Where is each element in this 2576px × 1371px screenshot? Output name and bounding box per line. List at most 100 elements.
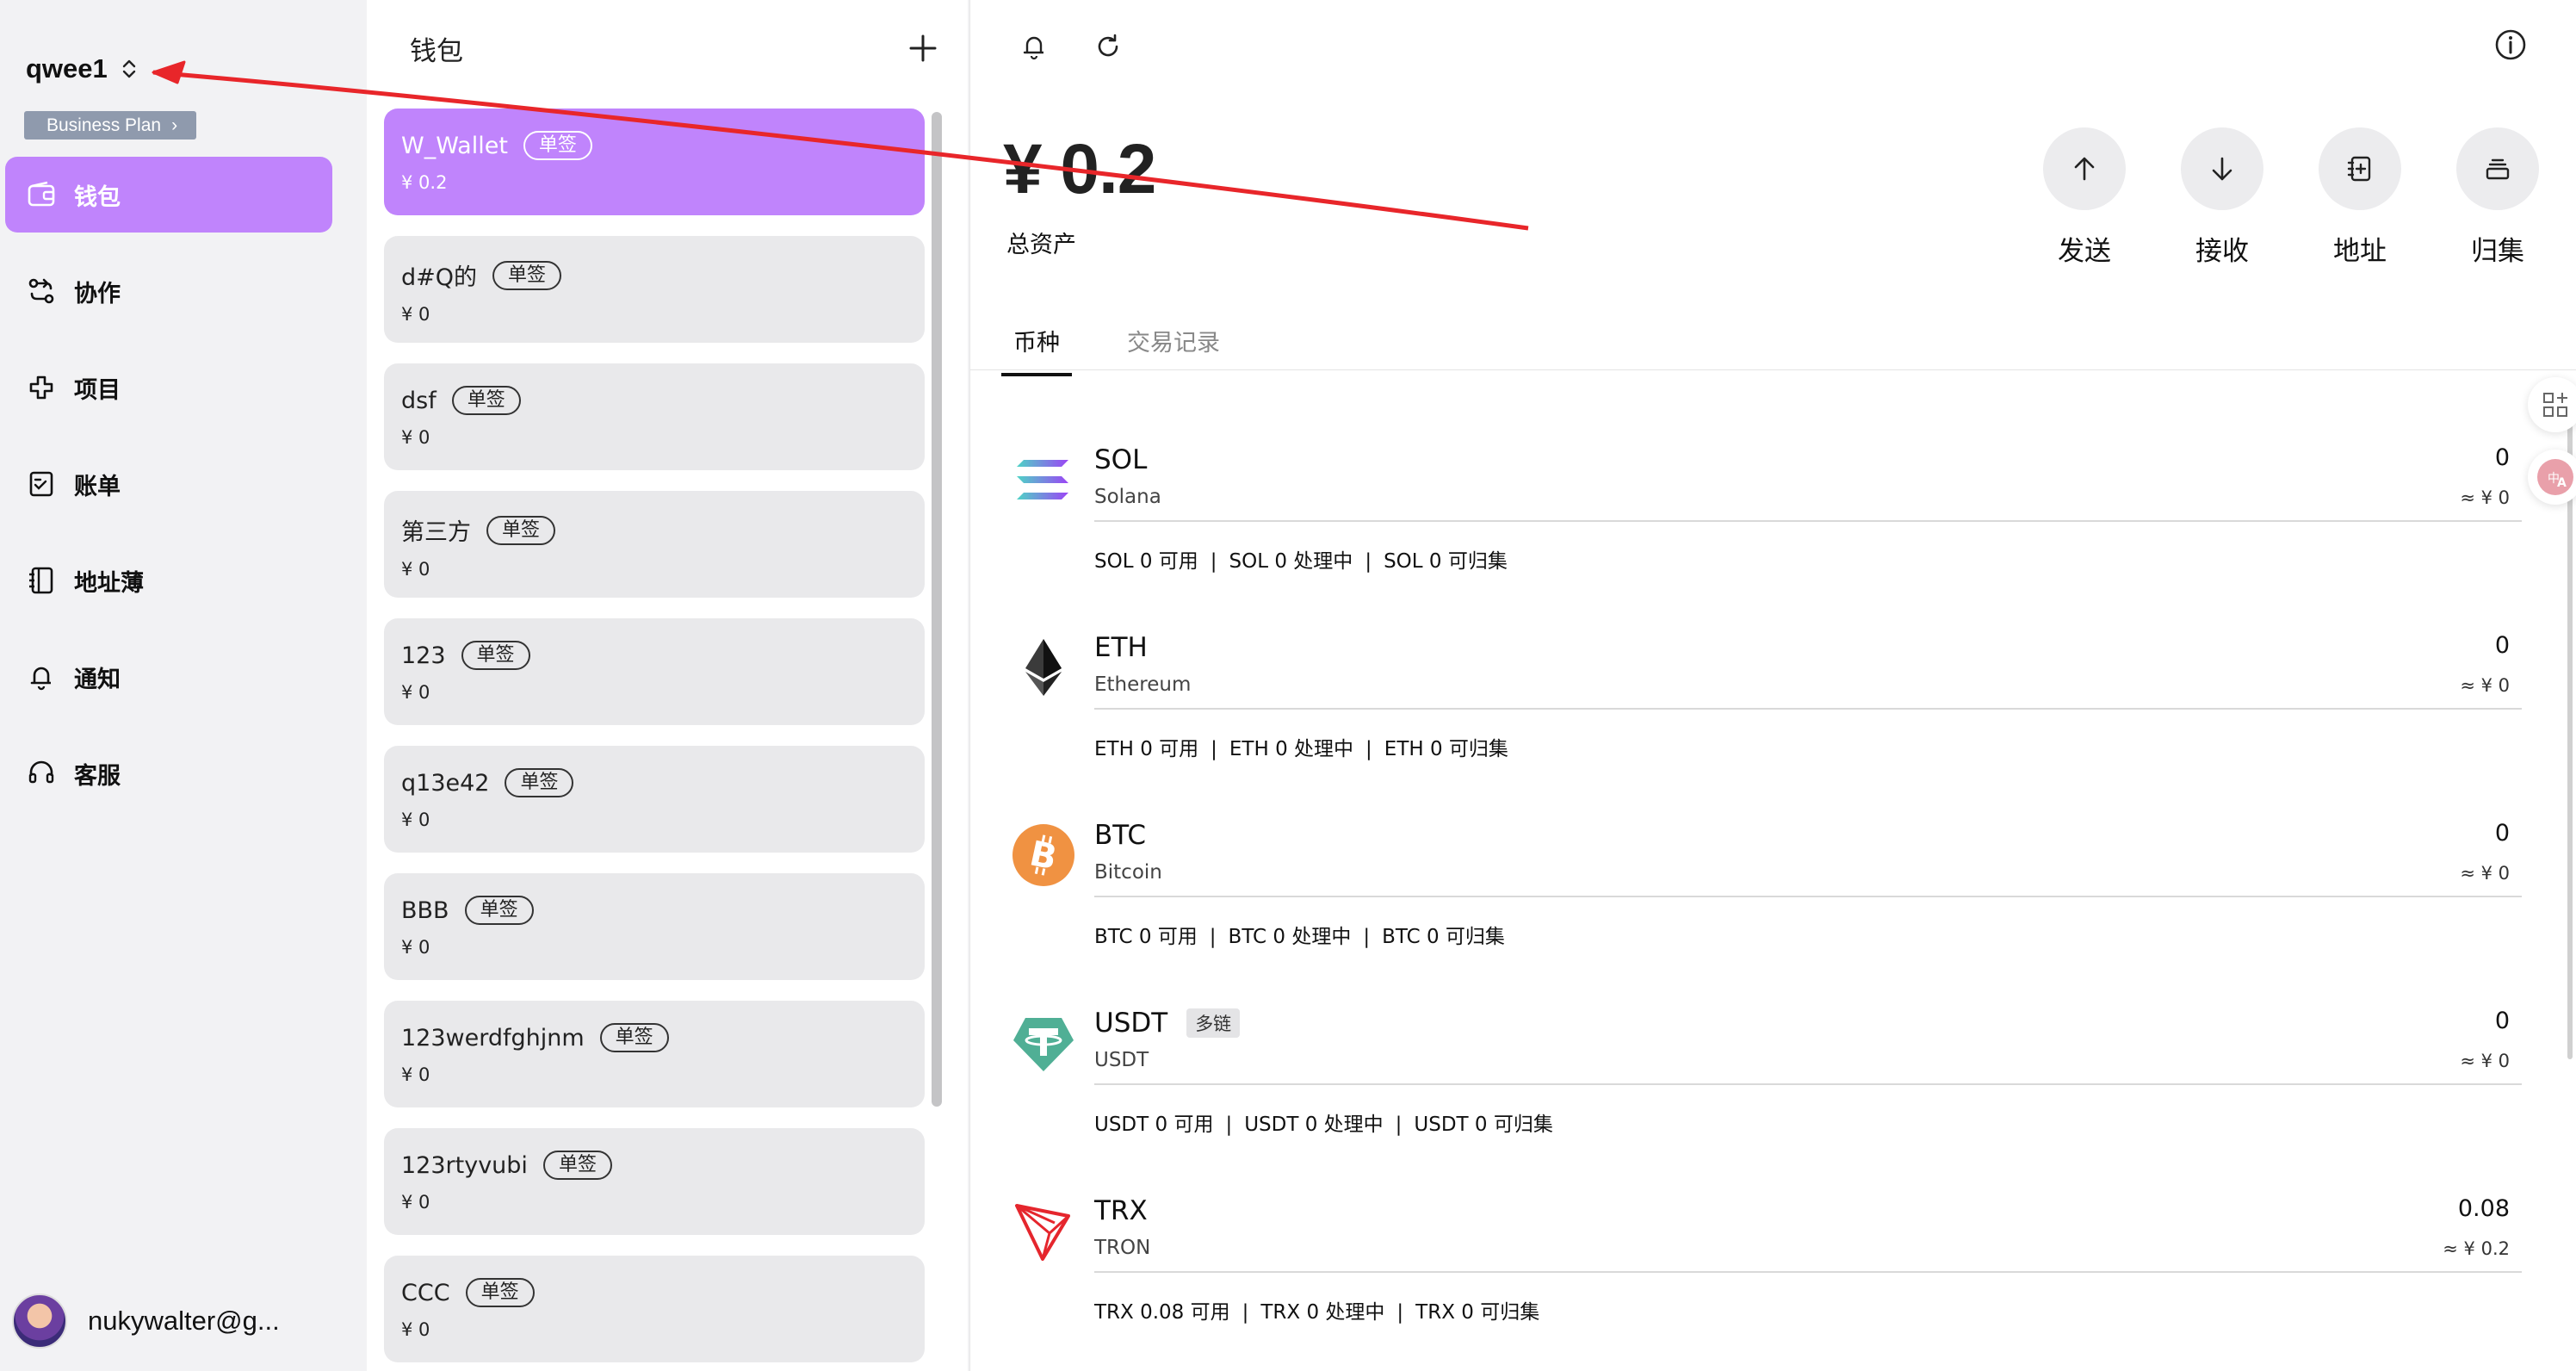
processing-amount: SOL 0 处理中 bbox=[1229, 550, 1353, 573]
tab-bar: 币种 交易记录 bbox=[1001, 324, 1232, 376]
wallet-card[interactable]: BBB 单签 ¥ 0 bbox=[384, 873, 925, 980]
sidebar-item-label: 地址薄 bbox=[74, 569, 144, 597]
sidebar-item-bill[interactable]: 账单 bbox=[5, 446, 332, 522]
wallet-card[interactable]: 123 单签 ¥ 0 bbox=[384, 618, 925, 725]
info-icon bbox=[2495, 29, 2526, 60]
separator: | bbox=[1396, 1301, 1404, 1324]
sidebar-item-collaboration[interactable]: 协作 bbox=[5, 253, 332, 329]
wallet-detail: ¥ 0.2 总资产 发送 接收 地址 归集 币种 交易记录 SOL Solana bbox=[969, 0, 2576, 1371]
multichain-tag: 多链 bbox=[1186, 1008, 1241, 1038]
coin-breakdown: SOL 0 可用 | SOL 0 处理中 | SOL 0 可归集 bbox=[1094, 544, 1508, 574]
receive-button[interactable]: 接收 bbox=[2181, 127, 2263, 268]
address-button[interactable]: 地址 bbox=[2319, 127, 2401, 268]
sidebar-item-wallet[interactable]: 钱包 bbox=[5, 157, 332, 233]
sidebar-item-address-book[interactable]: 地址薄 bbox=[5, 543, 332, 618]
wallet-card[interactable]: CCC 单签 ¥ 0 bbox=[384, 1256, 925, 1362]
wallet-panel: 钱包 W_Wallet 单签 ¥ 0.2 d#Q的 单签 ¥ 0 dsf 单签 ¥ 0… bbox=[367, 0, 968, 1371]
action-bar: 发送 接收 地址 归集 bbox=[2043, 127, 2539, 268]
wallet-type-tag: 单签 bbox=[492, 260, 562, 290]
coin-name: TRON bbox=[1094, 1237, 1151, 1259]
wallet-balance: ¥ 0 bbox=[401, 1192, 430, 1213]
available-amount: USDT 0 可用 bbox=[1094, 1114, 1214, 1136]
sidebar-item-support[interactable]: 客服 bbox=[5, 735, 332, 811]
svg-text:A: A bbox=[2557, 476, 2567, 490]
coin-symbol: SOL bbox=[1094, 444, 1148, 475]
separator: | bbox=[1211, 738, 1217, 760]
main-scrollbar[interactable] bbox=[2567, 405, 2573, 1059]
tron-logo-icon bbox=[1015, 1204, 1070, 1261]
collectable-amount: BTC 0 可归集 bbox=[1382, 926, 1505, 948]
wallet-card[interactable]: q13e42 单签 ¥ 0 bbox=[384, 746, 925, 853]
wallet-card[interactable]: dsf 单签 ¥ 0 bbox=[384, 363, 925, 470]
send-icon bbox=[2043, 127, 2126, 210]
plan-badge[interactable]: Business Plan › bbox=[24, 111, 197, 140]
coin-divider bbox=[1094, 708, 2522, 710]
wallet-type-tag: 单签 bbox=[542, 1151, 612, 1180]
wallet-name: 123 bbox=[401, 642, 446, 669]
coin-breakdown: TRX 0.08 可用 | TRX 0 处理中 | TRX 0 可归集 bbox=[1094, 1295, 1539, 1324]
coin-amount: 0 bbox=[2494, 1008, 2510, 1034]
workspace-name: qwee1 bbox=[26, 53, 108, 84]
collaboration-icon bbox=[26, 276, 57, 307]
coin-value: ≈ ¥ 0.2 bbox=[2443, 1238, 2510, 1259]
wallet-card[interactable]: 第三方 单签 ¥ 0 bbox=[384, 491, 925, 598]
user-profile[interactable]: nukywalter@g... bbox=[12, 1293, 280, 1349]
coin-amount: 0 bbox=[2494, 632, 2510, 659]
bill-icon bbox=[26, 468, 57, 499]
info-button[interactable] bbox=[2493, 28, 2528, 62]
wallet-card[interactable]: W_Wallet 单签 ¥ 0.2 bbox=[384, 109, 925, 215]
tab-currencies[interactable]: 币种 bbox=[1001, 324, 1072, 376]
wallet-card[interactable]: 123werdfghjnm 单签 ¥ 0 bbox=[384, 1001, 925, 1107]
coin-breakdown: BTC 0 可用 | BTC 0 处理中 | BTC 0 可归集 bbox=[1094, 920, 1505, 949]
collectable-amount: USDT 0 可归集 bbox=[1414, 1114, 1553, 1136]
collect-button[interactable]: 归集 bbox=[2456, 127, 2539, 268]
wallet-type-tag: 单签 bbox=[461, 641, 530, 670]
sidebar-item-project[interactable]: 项目 bbox=[5, 350, 332, 425]
coin-name: Solana bbox=[1094, 486, 1161, 508]
wallet-type-tag: 单签 bbox=[451, 386, 521, 415]
wallet-name: CCC bbox=[401, 1279, 450, 1306]
translate-float-button[interactable]: 中A bbox=[2528, 450, 2576, 505]
chevron-right-icon: › bbox=[171, 115, 178, 135]
coin-name: Ethereum bbox=[1094, 673, 1192, 696]
refresh-icon bbox=[1098, 34, 1118, 57]
processing-amount: USDT 0 处理中 bbox=[1244, 1114, 1384, 1136]
separator: | bbox=[1365, 550, 1372, 573]
available-amount: SOL 0 可用 bbox=[1094, 550, 1198, 573]
collect-label: 归集 bbox=[2471, 236, 2524, 267]
wallet-type-tag: 单签 bbox=[599, 1023, 669, 1052]
wallet-balance: ¥ 0 bbox=[401, 937, 430, 958]
add-wallet-button[interactable] bbox=[902, 28, 944, 69]
sidebar-item-label: 钱包 bbox=[74, 183, 121, 211]
wallet-list-scrollbar[interactable] bbox=[932, 112, 942, 1107]
wallet-card[interactable]: d#Q的 单签 ¥ 0 bbox=[384, 236, 925, 343]
plan-label: Business Plan bbox=[46, 115, 162, 135]
add-address-icon bbox=[2319, 127, 2401, 210]
total-assets-value: ¥ 0.2 bbox=[1003, 130, 1156, 208]
receive-icon bbox=[2181, 127, 2263, 210]
workspace-switcher[interactable]: qwee1 bbox=[26, 53, 139, 84]
chevron-up-down-icon bbox=[122, 59, 135, 78]
sidebar: qwee1 Business Plan › 钱包 协作 项目 账单 地址薄 通知… bbox=[0, 0, 362, 1371]
notification-button[interactable] bbox=[1017, 29, 1051, 64]
wallet-card[interactable]: 123rtyvubi 单签 ¥ 0 bbox=[384, 1128, 925, 1235]
sidebar-item-notification[interactable]: 通知 bbox=[5, 639, 332, 715]
send-button[interactable]: 发送 bbox=[2043, 127, 2126, 268]
project-icon bbox=[26, 372, 57, 403]
wallet-type-tag: 单签 bbox=[464, 896, 534, 925]
tab-transactions[interactable]: 交易记录 bbox=[1115, 324, 1232, 376]
refresh-button[interactable] bbox=[1091, 29, 1125, 64]
collectable-amount: SOL 0 可归集 bbox=[1384, 550, 1508, 573]
sidebar-nav: 钱包 协作 项目 账单 地址薄 通知 客服 bbox=[5, 157, 332, 832]
processing-amount: ETH 0 处理中 bbox=[1229, 738, 1354, 760]
coin-symbol: BTC bbox=[1094, 820, 1147, 851]
coin-divider bbox=[1094, 896, 2522, 897]
wallet-header: 钱包 bbox=[410, 28, 944, 69]
bell-icon bbox=[26, 661, 57, 692]
available-amount: ETH 0 可用 bbox=[1094, 738, 1199, 760]
apps-float-button[interactable] bbox=[2528, 377, 2576, 432]
separator: | bbox=[1365, 738, 1372, 760]
wallet-balance: ¥ 0 bbox=[401, 682, 430, 703]
wallet-balance: ¥ 0 bbox=[401, 559, 430, 580]
coin-breakdown: USDT 0 可用 | USDT 0 处理中 | USDT 0 可归集 bbox=[1094, 1107, 1553, 1137]
